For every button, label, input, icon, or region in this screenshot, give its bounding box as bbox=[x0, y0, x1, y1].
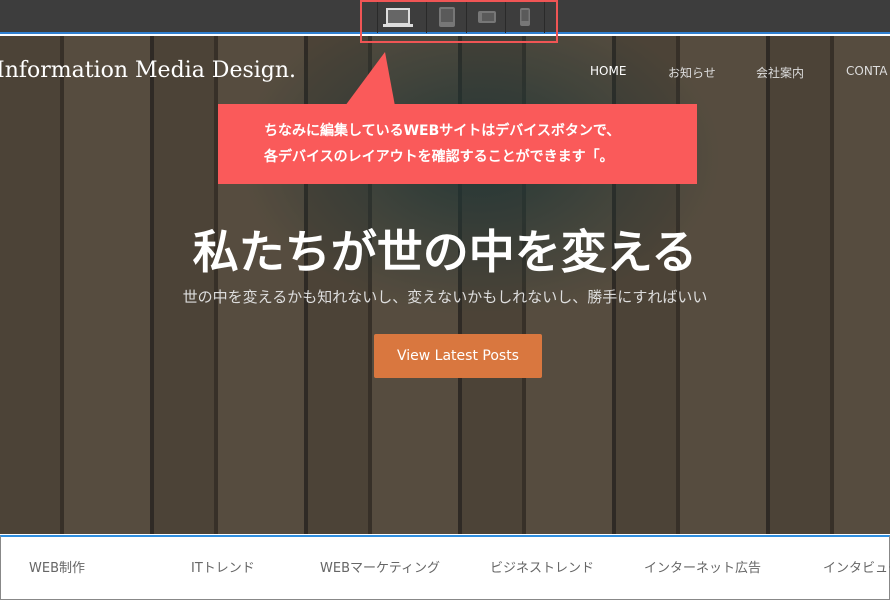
category-web[interactable]: WEB制作 bbox=[29, 557, 85, 576]
view-latest-posts-button[interactable]: View Latest Posts bbox=[374, 334, 542, 378]
hero-subtitle: 世の中を変えるかも知れないし、変えないかもしれないし、勝手にすればいい bbox=[182, 288, 708, 306]
category-bar: WEB制作 ITトレンド WEBマーケティング ビジネストレンド インターネット… bbox=[0, 535, 890, 600]
category-interview[interactable]: インタビュー bbox=[823, 557, 890, 576]
callout-box: ちなみに編集しているWEBサイトはデバイスボタンで、 各デバイスのレイアウトを確… bbox=[218, 104, 697, 184]
category-it-trend[interactable]: ITトレンド bbox=[191, 557, 255, 576]
callout-line-1: ちなみに編集しているWEBサイトはデバイスボタンで、 bbox=[264, 123, 621, 139]
callout-line-2: 各デバイスのレイアウトを確認することができます「。 bbox=[264, 149, 614, 165]
category-business-trend[interactable]: ビジネストレンド bbox=[490, 557, 594, 576]
hero-title: 私たちが世の中を変える bbox=[192, 225, 698, 279]
category-internet-ads[interactable]: インターネット広告 bbox=[644, 557, 761, 576]
device-buttons-highlight bbox=[360, 0, 558, 43]
category-web-marketing[interactable]: WEBマーケティング bbox=[320, 557, 440, 576]
